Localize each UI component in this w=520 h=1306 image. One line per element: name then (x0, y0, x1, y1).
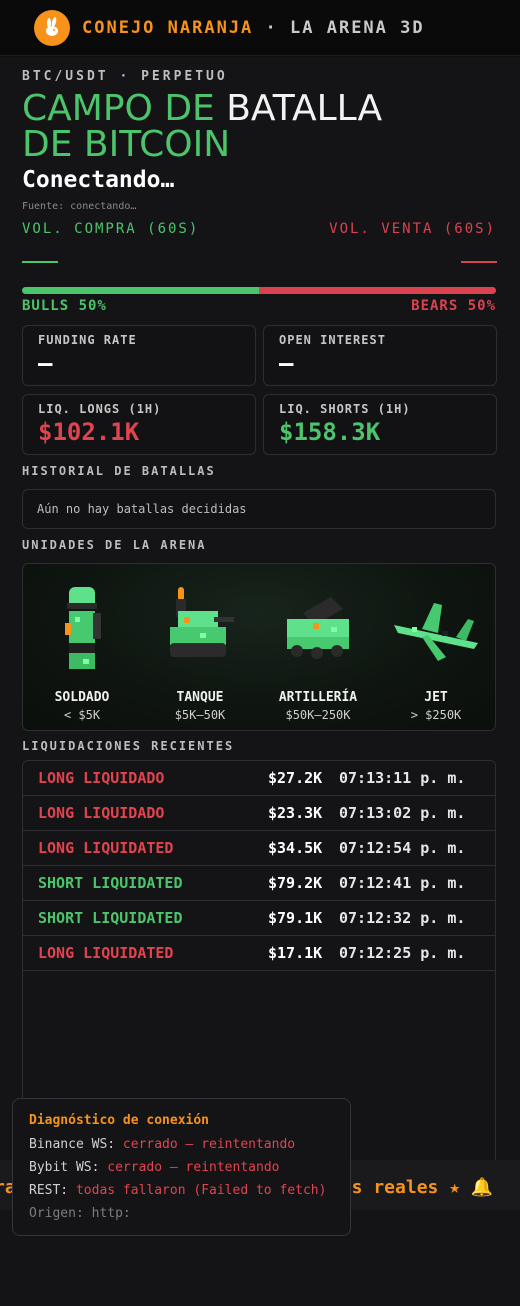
volume-labels: VOL. COMPRA (60S) VOL. VENTA (60S) (22, 221, 496, 237)
units-heading: UNIDADES DE LA ARENA (22, 538, 207, 552)
liq-shorts-value: $158.3K (279, 418, 381, 446)
ticker-text-right: das reales ★ 🔔 (330, 1177, 494, 1198)
unit-range: $5K–50K (174, 708, 226, 722)
binance-label: Binance WS: (29, 1137, 116, 1152)
list-item: SHORT LIQUIDATED $79.1K 07:12:32 p. m. (23, 901, 495, 936)
bybit-label: Bybit WS: (29, 1160, 100, 1175)
bybit-status-line: Bybit WS: cerrado — reintentando (29, 1156, 334, 1179)
liq-shorts-card: LIQ. SHORTS (1H) $158.3K (263, 394, 497, 455)
liq-shorts-label: LIQ. SHORTS (1H) (279, 402, 411, 416)
bull-bear-balance-bar (22, 287, 496, 294)
balance-labels: BULLS 50% BEARS 50% (22, 298, 496, 314)
artillery-icon (259, 578, 377, 678)
history-heading: HISTORIAL DE BATALLAS (22, 464, 216, 478)
liquidation-type: SHORT LIQUIDATED (38, 874, 183, 892)
liq-longs-label: LIQ. LONGS (1H) (38, 402, 162, 416)
funding-rate-value: — (38, 349, 53, 377)
funding-rate-label: FUNDING RATE (38, 333, 137, 347)
sell-volume-label: VOL. VENTA (60S) (329, 221, 496, 237)
brand-subtitle: LA ARENA 3D (290, 17, 425, 38)
rabbit-icon[interactable] (34, 9, 70, 46)
liquidation-type: LONG LIQUIDADO (38, 769, 165, 787)
jet-icon (377, 578, 495, 678)
liquidation-time: 07:12:25 p. m. (339, 944, 466, 962)
unit-range: > $250K (410, 708, 462, 722)
liquidation-time: 07:13:11 p. m. (339, 769, 466, 787)
sell-volume-value (461, 261, 497, 263)
unit-name: SOLDADO (54, 690, 110, 705)
liquidation-type: LONG LIQUIDATED (38, 839, 174, 857)
bears-percent: BEARS 50% (411, 298, 496, 314)
liquidation-amount: $79.2K (268, 874, 323, 892)
unit-range: < $5K (63, 708, 101, 722)
liq-longs-value: $102.1K (38, 418, 140, 446)
soldier-icon (23, 578, 141, 678)
liquidation-amount: $17.1K (268, 944, 323, 962)
liquidation-type: LONG LIQUIDATED (38, 944, 174, 962)
rest-label: REST: (29, 1183, 69, 1198)
list-item: SHORT LIQUIDATED $79.2K 07:12:41 p. m. (23, 866, 495, 901)
liquidation-type: LONG LIQUIDADO (38, 804, 165, 822)
unit-artillery: ARTILLERÍA $50K–250K (259, 564, 377, 730)
buy-volume-value (22, 261, 58, 263)
connection-diagnostics-panel: Diagnóstico de conexión Binance WS: cerr… (12, 1098, 351, 1236)
open-interest-label: OPEN INTEREST (279, 333, 386, 347)
title-part-3: DE BITCOIN (22, 124, 231, 165)
list-item: LONG LIQUIDATED $17.1K 07:12:25 p. m. (23, 936, 495, 971)
unit-name: TANQUE (176, 690, 224, 705)
bybit-status: cerrado — reintentando (107, 1160, 280, 1175)
list-item: LONG LIQUIDADO $23.3K 07:13:02 p. m. (23, 796, 495, 831)
list-item: LONG LIQUIDATED $34.5K 07:12:54 p. m. (23, 831, 495, 866)
liquidation-amount: $34.5K (268, 839, 323, 857)
list-item: LONG LIQUIDADO $27.2K 07:13:11 p. m. (23, 761, 495, 796)
funding-rate-card: FUNDING RATE — (22, 325, 256, 386)
page-title: CAMPO DE BATALLA DE BITCOIN (22, 91, 382, 163)
liquidation-amount: $27.2K (268, 769, 323, 787)
diagnostics-title: Diagnóstico de conexión (29, 1113, 210, 1128)
bulls-fill (22, 287, 259, 294)
origin-line: Origen: http: (29, 1206, 131, 1221)
liquidation-time: 07:12:54 p. m. (339, 839, 466, 857)
title-part-1: CAMPO DE (22, 88, 215, 129)
arena-units: SOLDADO < $5K TANQUE $5K–50K ARTILLERÍA … (22, 563, 496, 731)
brand-separator: · (253, 17, 291, 38)
liquidation-amount: $23.3K (268, 804, 323, 822)
liquidation-time: 07:13:02 p. m. (339, 804, 466, 822)
unit-name: ARTILLERÍA (278, 690, 358, 705)
liquidation-time: 07:12:32 p. m. (339, 909, 466, 927)
bears-fill (259, 287, 496, 294)
unit-range: $50K–250K (285, 708, 351, 722)
brand-title: CONEJO NARANJA · LA ARENA 3D (82, 18, 425, 38)
unit-name: JET (424, 690, 448, 705)
rest-status-line: REST: todas fallaron (Failed to fetch) (29, 1179, 334, 1202)
title-part-2: BATALLA (226, 88, 383, 129)
liquidation-amount: $79.1K (268, 909, 323, 927)
battle-history: Aún no hay batallas decididas (22, 489, 496, 529)
brand-name: CONEJO NARANJA (82, 17, 254, 38)
top-bar: CONEJO NARANJA · LA ARENA 3D (0, 0, 520, 56)
liq-longs-card: LIQ. LONGS (1H) $102.1K (22, 394, 256, 455)
history-empty-text: Aún no hay batallas decididas (37, 502, 247, 516)
buy-volume-label: VOL. COMPRA (60S) (22, 221, 200, 237)
open-interest-card: OPEN INTEREST — (263, 325, 497, 386)
binance-status: cerrado — reintentando (122, 1137, 296, 1152)
binance-status-line: Binance WS: cerrado — reintentando (29, 1133, 334, 1156)
bulls-percent: BULLS 50% (22, 298, 107, 314)
unit-jet: JET > $250K (377, 564, 495, 730)
liquidation-type: SHORT LIQUIDATED (38, 909, 183, 927)
unit-tank: TANQUE $5K–50K (141, 564, 259, 730)
market-pair: BTC/USDT · PERPETUO (22, 69, 228, 84)
data-source: Fuente: conectando… (22, 201, 137, 212)
open-interest-value: — (279, 349, 294, 377)
tank-icon (141, 578, 259, 678)
rest-status: todas fallaron (Failed to fetch) (75, 1183, 327, 1198)
connection-status: Conectando… (22, 167, 175, 193)
liquidation-time: 07:12:41 p. m. (339, 874, 466, 892)
unit-soldier: SOLDADO < $5K (23, 564, 141, 730)
liquidations-heading: LIQUIDACIONES RECIENTES (22, 739, 235, 753)
